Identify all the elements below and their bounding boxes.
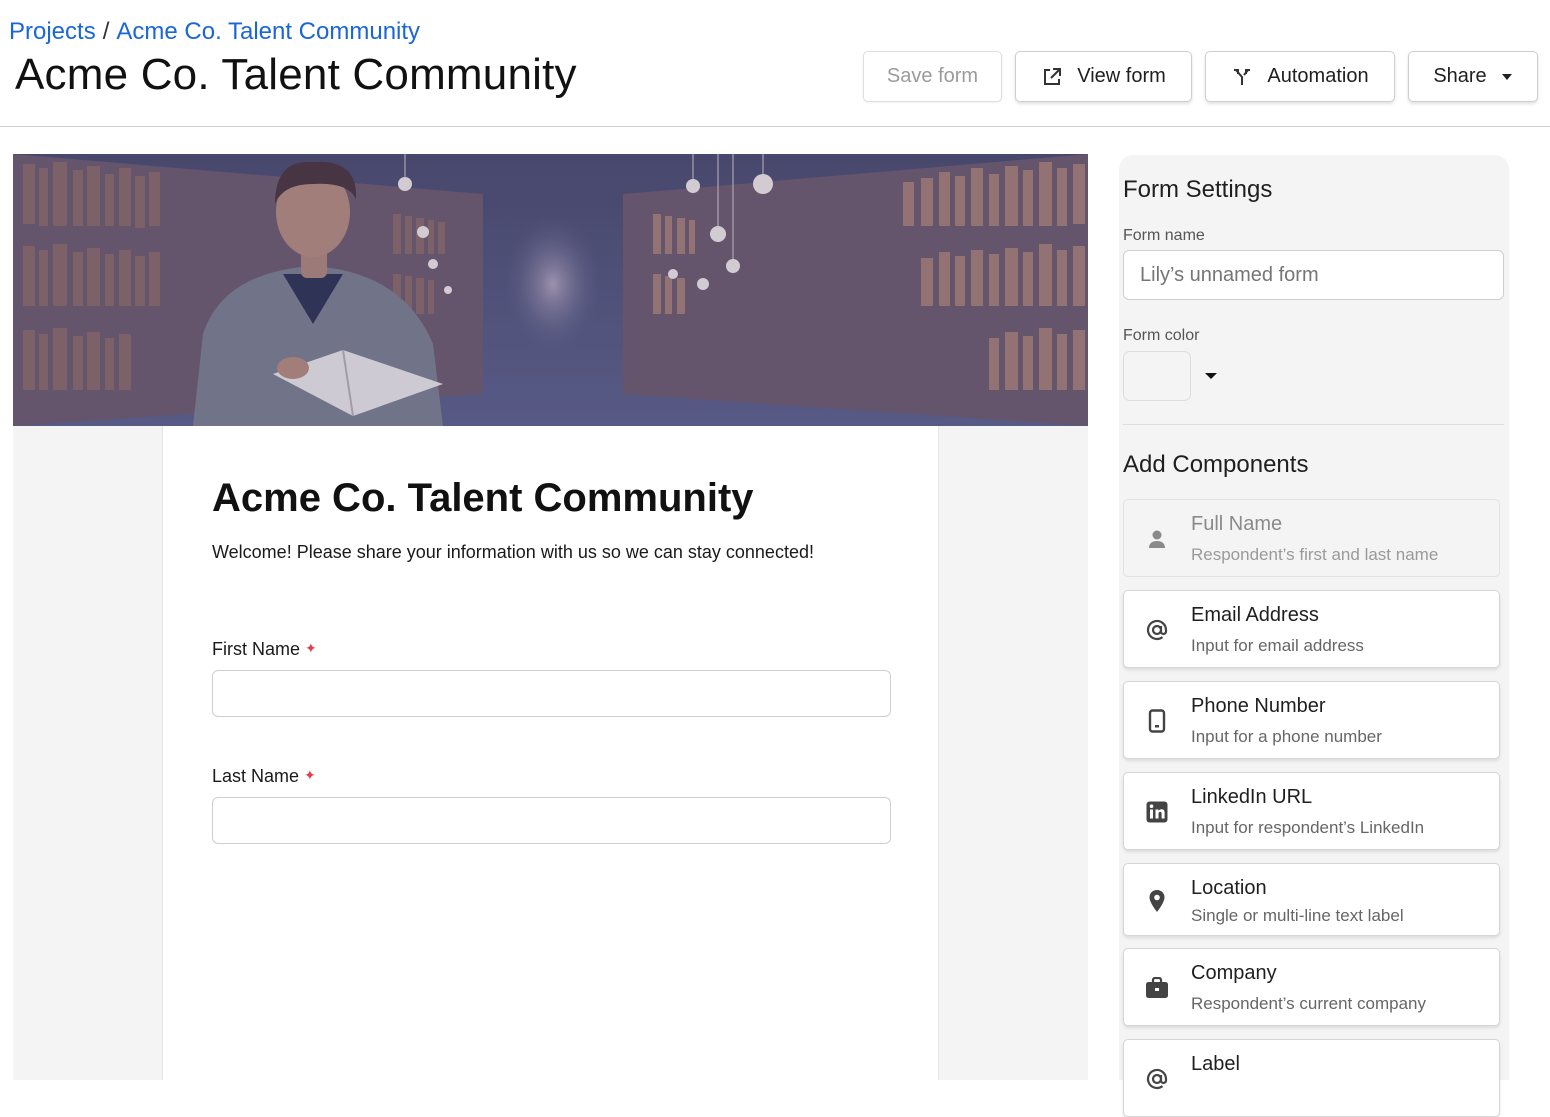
form-card: Acme Co. Talent Community Welcome! Pleas…	[162, 426, 939, 1080]
top-header: Projects / Acme Co. Talent Community Acme …	[0, 0, 1550, 127]
first-name-label: First Name ✦	[212, 639, 317, 660]
component-email-address[interactable]: Email Address Input for email address	[1123, 590, 1500, 668]
automation-label: Automation	[1267, 65, 1369, 87]
breadcrumb-projects-link[interactable]: Projects	[9, 18, 96, 45]
form-color-swatch[interactable]	[1123, 351, 1191, 401]
merge-arrows-icon	[1231, 66, 1253, 88]
share-button[interactable]: Share	[1408, 51, 1538, 102]
chevron-down-icon[interactable]	[1203, 369, 1219, 381]
required-indicator: ✦	[305, 640, 317, 656]
component-title: Phone Number	[1191, 695, 1326, 717]
component-title: Location	[1191, 877, 1267, 899]
last-name-label-text: Last Name	[212, 766, 300, 786]
location-pin-icon	[1144, 888, 1170, 914]
last-name-input[interactable]	[212, 797, 891, 844]
add-components-heading: Add Components	[1123, 451, 1309, 478]
at-icon	[1144, 1066, 1170, 1092]
breadcrumb-separator: /	[102, 18, 110, 45]
component-title: Company	[1191, 962, 1277, 984]
component-subtitle: Input for email address	[1191, 636, 1364, 655]
save-form-label: Save form	[886, 65, 979, 87]
form-preview-canvas: Acme Co. Talent Community Welcome! Pleas…	[13, 154, 1088, 1080]
form-description: Welcome! Please share your information w…	[212, 542, 814, 562]
at-icon	[1144, 617, 1170, 643]
component-linkedin-url[interactable]: LinkedIn URL Input for respondent’s Link…	[1123, 772, 1500, 850]
first-name-input[interactable]	[212, 670, 891, 717]
linkedin-icon	[1144, 799, 1170, 825]
briefcase-icon	[1144, 975, 1170, 1001]
automation-button[interactable]: Automation	[1205, 51, 1395, 102]
view-form-label: View form	[1077, 65, 1166, 87]
view-form-button[interactable]: View form	[1015, 51, 1192, 102]
component-title: Full Name	[1191, 513, 1283, 535]
form-color-label: Form color	[1123, 327, 1200, 344]
form-settings-heading: Form Settings	[1123, 176, 1273, 203]
breadcrumb: Projects / Acme Co. Talent Community	[9, 18, 420, 46]
external-link-icon	[1041, 66, 1063, 88]
settings-divider	[1123, 424, 1504, 425]
component-full-name[interactable]: Full Name Respondent’s first and last na…	[1123, 499, 1500, 577]
component-location[interactable]: Location Single or multi-line text label	[1123, 863, 1500, 936]
component-phone-number[interactable]: Phone Number Input for a phone number	[1123, 681, 1500, 759]
save-form-button[interactable]: Save form	[863, 51, 1002, 102]
component-title: Email Address	[1191, 604, 1319, 626]
share-label: Share	[1433, 65, 1487, 87]
component-title: Label	[1191, 1053, 1240, 1075]
last-name-label: Last Name ✦	[212, 766, 316, 787]
component-label[interactable]: Label	[1123, 1039, 1500, 1117]
first-name-label-text: First Name	[212, 639, 301, 659]
form-name-label: Form name	[1123, 227, 1205, 244]
chevron-down-icon	[1501, 73, 1513, 81]
person-icon	[1144, 526, 1170, 552]
form-title: Acme Co. Talent Community	[212, 476, 754, 520]
form-settings-panel: Form Settings Form name Form color Add C…	[1119, 155, 1509, 1117]
component-title: LinkedIn URL	[1191, 786, 1313, 808]
header-image	[13, 154, 1088, 426]
required-indicator: ✦	[304, 767, 316, 783]
phone-icon	[1144, 708, 1170, 734]
form-name-input[interactable]	[1123, 250, 1504, 300]
page-title: Acme Co. Talent Community	[15, 50, 577, 99]
component-company[interactable]: Company Respondent’s current company	[1123, 948, 1500, 1026]
component-subtitle: Respondent’s first and last name	[1191, 545, 1439, 564]
component-subtitle: Single or multi-line text label	[1191, 906, 1404, 925]
component-subtitle: Respondent’s current company	[1191, 994, 1426, 1013]
component-subtitle: Input for a phone number	[1191, 727, 1382, 746]
breadcrumb-current-link[interactable]: Acme Co. Talent Community	[116, 18, 420, 45]
component-subtitle: Input for respondent’s LinkedIn	[1191, 818, 1425, 837]
